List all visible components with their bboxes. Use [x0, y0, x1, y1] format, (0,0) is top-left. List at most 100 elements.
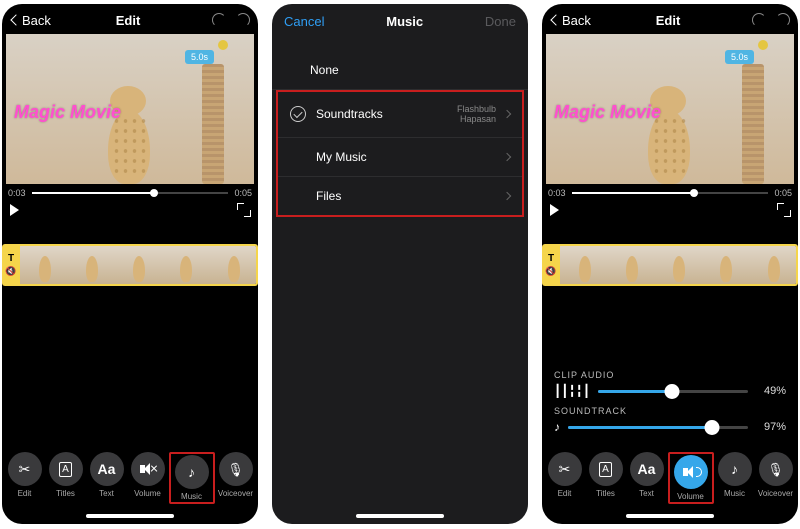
volume-icon: [683, 466, 699, 478]
back-button[interactable]: Back: [546, 13, 610, 28]
cancel-button[interactable]: Cancel: [284, 14, 324, 29]
titles-icon: A: [59, 462, 72, 477]
tool-voiceover[interactable]: Voiceover: [216, 452, 256, 504]
mute-badge-icon: 🔇: [545, 266, 556, 277]
scrub-knob[interactable]: [150, 189, 158, 197]
phone-edit-volume: Back Edit 5.0s Magic Movie 0:03 0:05 T 🔇: [542, 4, 798, 524]
title-overlay: Magic Movie: [554, 102, 661, 123]
clip-audio-slider[interactable]: [598, 390, 748, 393]
slider-knob[interactable]: [664, 384, 679, 399]
chevron-right-icon: [503, 110, 511, 118]
video-preview[interactable]: 5.0s Magic Movie: [546, 34, 794, 184]
back-label: Back: [562, 13, 591, 28]
redo-icon[interactable]: [236, 13, 250, 27]
undo-icon[interactable]: [212, 13, 226, 27]
row-files[interactable]: Files: [278, 177, 522, 215]
music-note-icon: [554, 420, 560, 434]
back-button[interactable]: Back: [6, 13, 70, 28]
tool-text[interactable]: AaText: [87, 452, 127, 504]
expand-icon[interactable]: [778, 204, 790, 216]
tool-volume[interactable]: Volume: [671, 455, 711, 501]
home-indicator[interactable]: [86, 514, 174, 518]
phone-music-picker: Cancel Music Done None Soundtracks Flash…: [272, 4, 528, 524]
screen-title: Edit: [656, 13, 681, 28]
title-overlay: Magic Movie: [14, 102, 121, 123]
toy-icon: [758, 40, 768, 50]
undo-icon[interactable]: [752, 13, 766, 27]
volume-mute-icon: [140, 463, 156, 475]
tool-titles[interactable]: ATitles: [46, 452, 86, 504]
tool-edit[interactable]: Edit: [5, 452, 45, 504]
bottom-toolbar: Edit ATitles AaText Volume Music Voiceov…: [542, 442, 798, 510]
redo-icon[interactable]: [776, 13, 790, 27]
tool-voiceover[interactable]: Voiceover: [756, 452, 796, 504]
row-files-label: Files: [316, 189, 341, 203]
row-soundtracks[interactable]: Soundtracks Flashbulb Hapasan: [278, 92, 522, 138]
waveform-icon: ┃┃╏╏┃: [554, 384, 590, 398]
clip-badge: T 🔇: [2, 244, 20, 286]
expand-icon[interactable]: [238, 204, 250, 216]
tool-volume[interactable]: Volume: [128, 452, 168, 504]
time-start: 0:03: [8, 188, 26, 198]
text-icon: Aa: [98, 461, 116, 477]
highlight-music: Music: [169, 452, 215, 504]
scratching-post: [742, 64, 764, 184]
home-indicator[interactable]: [626, 514, 714, 518]
tool-music[interactable]: Music: [172, 455, 212, 501]
video-preview[interactable]: 5.0s Magic Movie: [6, 34, 254, 184]
soundtrack-label: SOUNDTRACK: [554, 406, 786, 416]
music-note-icon: [188, 464, 195, 480]
row-none[interactable]: None: [272, 51, 528, 90]
clip-timeline[interactable]: T 🔇: [2, 244, 258, 286]
volume-sliders: CLIP AUDIO ┃┃╏╏┃ 49% SOUNDTRACK 97%: [542, 362, 798, 442]
tool-edit[interactable]: Edit: [545, 452, 585, 504]
home-indicator[interactable]: [356, 514, 444, 518]
highlight-music-sources: Soundtracks Flashbulb Hapasan My Music F…: [276, 90, 524, 217]
slider-knob[interactable]: [705, 420, 720, 435]
clip-audio-label: CLIP AUDIO: [554, 370, 786, 380]
cat-illustration: [96, 74, 166, 184]
cat-illustration: [636, 74, 706, 184]
soundtracks-subtitle: Flashbulb Hapasan: [457, 104, 496, 125]
title-badge: T: [548, 253, 554, 264]
scissors-icon: [19, 461, 31, 478]
bottom-toolbar: Edit ATitles AaText Volume Music Voiceov…: [2, 442, 258, 510]
play-icon[interactable]: [550, 204, 559, 216]
screen-title: Edit: [116, 13, 141, 28]
tool-music[interactable]: Music: [715, 452, 755, 504]
duration-chip: 5.0s: [725, 50, 754, 64]
time-start: 0:03: [548, 188, 566, 198]
done-button[interactable]: Done: [485, 14, 516, 29]
title-badge: T: [8, 253, 14, 264]
play-icon[interactable]: [10, 204, 19, 216]
topbar: Back Edit: [542, 4, 798, 32]
scratching-post: [202, 64, 224, 184]
scrub-bar[interactable]: 0:03 0:05: [542, 186, 798, 200]
highlight-volume: Volume: [668, 452, 714, 504]
clip-timeline[interactable]: T 🔇: [542, 244, 798, 286]
row-mymusic-label: My Music: [316, 150, 367, 164]
music-note-icon: [731, 461, 738, 477]
scrub-bar[interactable]: 0:03 0:05: [2, 186, 258, 200]
time-end: 0:05: [774, 188, 792, 198]
scrub-track[interactable]: [32, 192, 229, 194]
toy-icon: [218, 40, 228, 50]
chevron-right-icon: [503, 152, 511, 160]
scissors-icon: [559, 461, 571, 478]
chevron-right-icon: [503, 191, 511, 199]
back-label: Back: [22, 13, 51, 28]
tool-titles[interactable]: ATitles: [586, 452, 626, 504]
scrub-track[interactable]: [572, 192, 769, 194]
mic-icon: [767, 461, 784, 478]
mute-badge-icon: 🔇: [5, 266, 16, 277]
scrub-knob[interactable]: [690, 189, 698, 197]
clip-badge: T 🔇: [542, 244, 560, 286]
tool-text[interactable]: AaText: [627, 452, 667, 504]
time-end: 0:05: [234, 188, 252, 198]
phone-edit-music: Back Edit 5.0s Magic Movie 0:03 0:05 T 🔇: [2, 4, 258, 524]
check-icon: [290, 106, 306, 122]
row-mymusic[interactable]: My Music: [278, 138, 522, 177]
soundtrack-slider[interactable]: [568, 426, 748, 429]
clip-audio-pct: 49%: [756, 385, 786, 397]
duration-chip: 5.0s: [185, 50, 214, 64]
